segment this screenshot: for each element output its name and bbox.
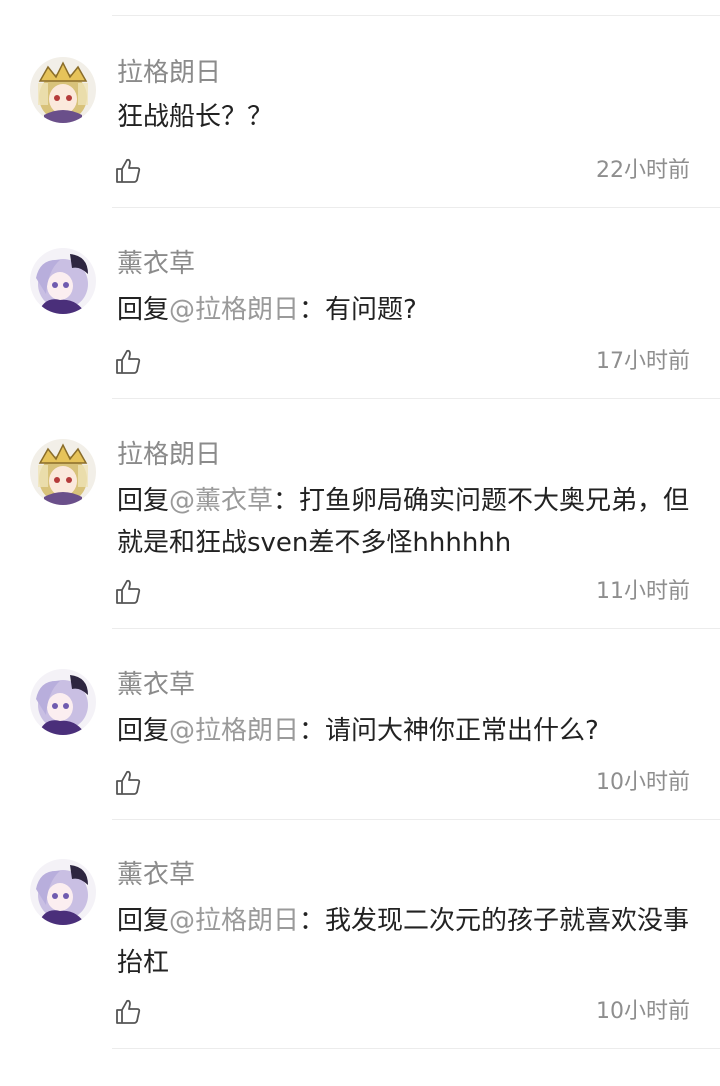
avatar[interactable]	[30, 859, 96, 925]
divider	[112, 628, 720, 629]
timestamp: 10小时前	[596, 770, 690, 795]
anime-girl-lavender-hair-avatar-icon	[30, 859, 96, 925]
reply-separator: ：	[299, 295, 326, 325]
divider	[112, 398, 720, 399]
comment-text: 回复@拉格朗日：有问题?	[117, 289, 702, 331]
thumbs-up-icon[interactable]	[114, 157, 142, 185]
timestamp: 22小时前	[596, 158, 690, 183]
username[interactable]: 薰衣草	[117, 858, 195, 892]
divider	[112, 1048, 720, 1049]
comment-list: 拉格朗日 狂战船长？？ 22小时前 薰衣草 回复@拉格朗日：有问题? 17小时前…	[0, 0, 720, 1086]
anime-girl-lavender-hair-avatar-icon	[30, 669, 96, 735]
anime-girl-blonde-crown-avatar-icon	[30, 439, 96, 505]
username[interactable]: 拉格朗日	[117, 56, 221, 90]
divider	[112, 207, 720, 208]
reply-prefix: 回复	[117, 486, 170, 516]
comment-text: 回复@拉格朗日：我发现二次元的孩子就喜欢没事抬杠	[117, 900, 702, 984]
divider	[112, 819, 720, 820]
timestamp: 17小时前	[596, 349, 690, 374]
avatar[interactable]	[30, 248, 96, 314]
mention-link[interactable]: @拉格朗日	[169, 716, 299, 746]
reply-separator: ：	[299, 716, 326, 746]
timestamp: 11小时前	[596, 579, 690, 604]
anime-girl-lavender-hair-avatar-icon	[30, 248, 96, 314]
anime-girl-blonde-crown-avatar-icon	[30, 57, 96, 123]
thumbs-up-icon[interactable]	[114, 578, 142, 606]
thumbs-up-icon[interactable]	[114, 769, 142, 797]
comment-text: 回复@薰衣草：打鱼卵局确实问题不大奥兄弟，但就是和狂战sven差不多怪hhhhh…	[117, 480, 702, 564]
username[interactable]: 拉格朗日	[117, 438, 221, 472]
reply-prefix: 回复	[117, 295, 170, 325]
avatar[interactable]	[30, 439, 96, 505]
avatar[interactable]	[30, 57, 96, 123]
mention-link[interactable]: @薰衣草	[169, 486, 273, 516]
username[interactable]: 薰衣草	[117, 668, 195, 702]
username[interactable]: 薰衣草	[117, 247, 195, 281]
comment-body: 请问大神你正常出什么?	[325, 716, 599, 746]
reply-separator: ：	[273, 486, 300, 516]
reply-prefix: 回复	[117, 716, 170, 746]
comment-text: 狂战船长？？	[117, 96, 702, 138]
comment-text: 回复@拉格朗日：请问大神你正常出什么?	[117, 710, 702, 752]
comment-body: 狂战船长？？	[117, 102, 274, 132]
mention-link[interactable]: @拉格朗日	[169, 906, 299, 936]
divider	[112, 15, 720, 16]
thumbs-up-icon[interactable]	[114, 998, 142, 1026]
reply-separator: ：	[299, 906, 326, 936]
thumbs-up-icon[interactable]	[114, 348, 142, 376]
timestamp: 10小时前	[596, 999, 690, 1024]
reply-prefix: 回复	[117, 906, 170, 936]
avatar[interactable]	[30, 669, 96, 735]
mention-link[interactable]: @拉格朗日	[169, 295, 299, 325]
comment-body: 有问题?	[325, 295, 417, 325]
